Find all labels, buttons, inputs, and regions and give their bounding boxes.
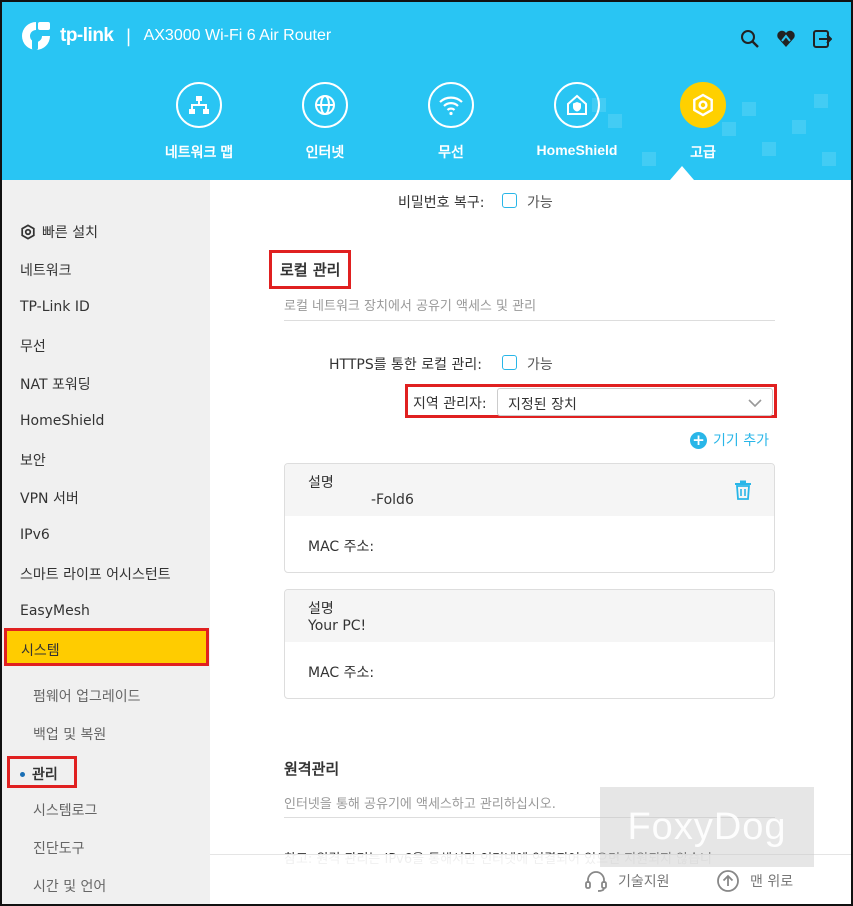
router-admin-window: tp-link | AX3000 Wi-Fi 6 Air Router 네트워크…	[0, 0, 853, 906]
device-description-value: -Fold6	[371, 492, 414, 508]
https-local-management-label: HTTPS를 통한 로컬 관리:	[329, 357, 482, 373]
device-mac-label: MAC 주소:	[308, 539, 375, 555]
nav-homeshield[interactable]: HomeShield	[514, 82, 640, 162]
sidebar-item-smart-life[interactable]: 스마트 라이프 어시스턴트	[20, 564, 171, 584]
sidebar-item-security[interactable]: 보안	[20, 450, 46, 470]
gear-icon	[21, 224, 35, 240]
active-dot-icon	[20, 772, 25, 777]
wifi-icon	[428, 82, 474, 128]
brand[interactable]: tp-link | AX3000 Wi-Fi 6 Air Router	[20, 20, 331, 52]
device-card-header: 설명 Your PC!	[285, 590, 774, 642]
sidebar-item-label: 관리	[32, 767, 58, 783]
device-mac-label: MAC 주소:	[308, 665, 375, 681]
local-manager-value: 지정된 장치	[508, 397, 577, 413]
remote-management-title: 원격관리	[284, 760, 340, 778]
nav-label: HomeShield	[536, 142, 618, 158]
nav-internet[interactable]: 인터넷	[262, 82, 388, 162]
model-name: AX3000 Wi-Fi 6 Air Router	[143, 27, 332, 44]
device-card: 설명 -Fold6 MAC 주소:	[284, 463, 775, 573]
trash-icon[interactable]	[734, 480, 752, 504]
back-to-top-button[interactable]: 맨 위로	[716, 869, 793, 893]
chevron-down-icon	[748, 396, 762, 412]
nav-wireless[interactable]: 무선	[388, 82, 514, 162]
top-toolbar	[739, 28, 833, 50]
sidebar-sub-firmware[interactable]: 펌웨어 업그레이드	[33, 686, 141, 706]
nav-network-map[interactable]: 네트워크 맵	[136, 82, 262, 162]
section-divider	[284, 320, 775, 321]
sidebar-sub-administration[interactable]: 관리	[7, 756, 77, 788]
nav-label: 인터넷	[305, 144, 345, 160]
https-checkbox-label: 가능	[527, 357, 553, 373]
back-to-top-label: 맨 위로	[750, 874, 794, 890]
remote-management-description: 인터넷을 통해 공유기에 액세스하고 관리하십시오.	[284, 797, 556, 812]
logout-icon[interactable]	[811, 28, 833, 50]
sidebar-sub-backup[interactable]: 백업 및 복원	[33, 724, 106, 744]
main-nav: 네트워크 맵 인터넷 무선 HomeShield 고급	[136, 82, 766, 162]
sidebar-item-ipv6[interactable]: IPv6	[20, 527, 50, 543]
network-map-icon	[176, 82, 222, 128]
device-description-label: 설명	[308, 601, 334, 617]
device-card-body: MAC 주소:	[285, 516, 774, 572]
search-icon[interactable]	[739, 28, 761, 50]
local-manager-select[interactable]: 지정된 장치	[497, 388, 773, 416]
sidebar-item-vpn-server[interactable]: VPN 서버	[20, 488, 79, 508]
logo-separator: |	[125, 25, 132, 47]
plus-icon: +	[690, 431, 707, 449]
nav-label: 네트워크 맵	[164, 144, 234, 160]
sidebar-item-easymesh[interactable]: EasyMesh	[20, 603, 90, 619]
device-card: 설명 Your PC! MAC 주소:	[284, 589, 775, 699]
home-shield-icon	[554, 82, 600, 128]
gear-icon	[680, 82, 726, 128]
sidebar-sub-system-log[interactable]: 시스템로그	[33, 800, 97, 820]
tp-link-logo-icon	[20, 20, 52, 52]
password-recovery-label: 비밀번호 복구:	[398, 195, 485, 211]
logo-text: tp-link	[60, 25, 114, 46]
https-local-management-checkbox[interactable]	[502, 355, 517, 370]
sidebar-item-tplink-id[interactable]: TP-Link ID	[20, 299, 90, 315]
nav-label: 무선	[438, 144, 464, 160]
sidebar-item-homeshield[interactable]: HomeShield	[20, 413, 104, 429]
active-nav-indicator	[670, 166, 694, 180]
local-management-title: 로컬 관리	[269, 250, 352, 289]
sidebar-item-nat-forwarding[interactable]: NAT 포워딩	[20, 374, 91, 394]
device-description-label: 설명	[308, 475, 334, 491]
arrow-up-icon	[717, 870, 739, 892]
local-manager-label: 지역 관리자:	[413, 396, 487, 412]
watermark: FoxyDog	[600, 787, 814, 867]
nav-label: 고급	[690, 144, 716, 160]
header: tp-link | AX3000 Wi-Fi 6 Air Router 네트워크…	[2, 2, 851, 180]
sidebar-sub-diagnostics[interactable]: 진단도구	[33, 838, 85, 858]
headset-icon	[585, 871, 607, 892]
password-recovery-checkbox[interactable]	[502, 193, 517, 208]
sidebar-item-label: 시스템	[21, 643, 60, 659]
device-card-header: 설명 -Fold6	[285, 464, 774, 516]
add-device-button[interactable]: + 기기 추가	[690, 430, 769, 450]
sidebar-item-system[interactable]: 시스템	[4, 628, 209, 666]
password-recovery-checkbox-label: 가능	[527, 195, 553, 211]
sidebar-item-wireless[interactable]: 무선	[20, 336, 46, 356]
sidebar-item-quick-setup[interactable]: 빠른 설치	[20, 222, 98, 242]
local-management-description: 로컬 네트워크 장치에서 공유기 액세스 및 관리	[284, 299, 537, 314]
device-card-body: MAC 주소:	[285, 642, 774, 698]
globe-icon	[302, 82, 348, 128]
sidebar-item-network[interactable]: 네트워크	[20, 260, 72, 280]
heart-icon[interactable]	[775, 28, 797, 50]
local-manager-row: 지역 관리자: 지정된 장치	[405, 384, 777, 418]
support-button[interactable]: 기술지원	[584, 869, 670, 893]
device-description-value: Your PC!	[308, 618, 367, 634]
sidebar: 빠른 설치 네트워크 TP-Link ID 무선 NAT 포워딩 HomeShi…	[2, 180, 210, 904]
sidebar-item-label: 빠른 설치	[42, 225, 98, 241]
support-label: 기술지원	[618, 874, 670, 890]
sidebar-sub-time-language[interactable]: 시간 및 언어	[33, 876, 106, 896]
add-device-label: 기기 추가	[713, 433, 769, 449]
nav-advanced[interactable]: 고급	[640, 82, 766, 162]
